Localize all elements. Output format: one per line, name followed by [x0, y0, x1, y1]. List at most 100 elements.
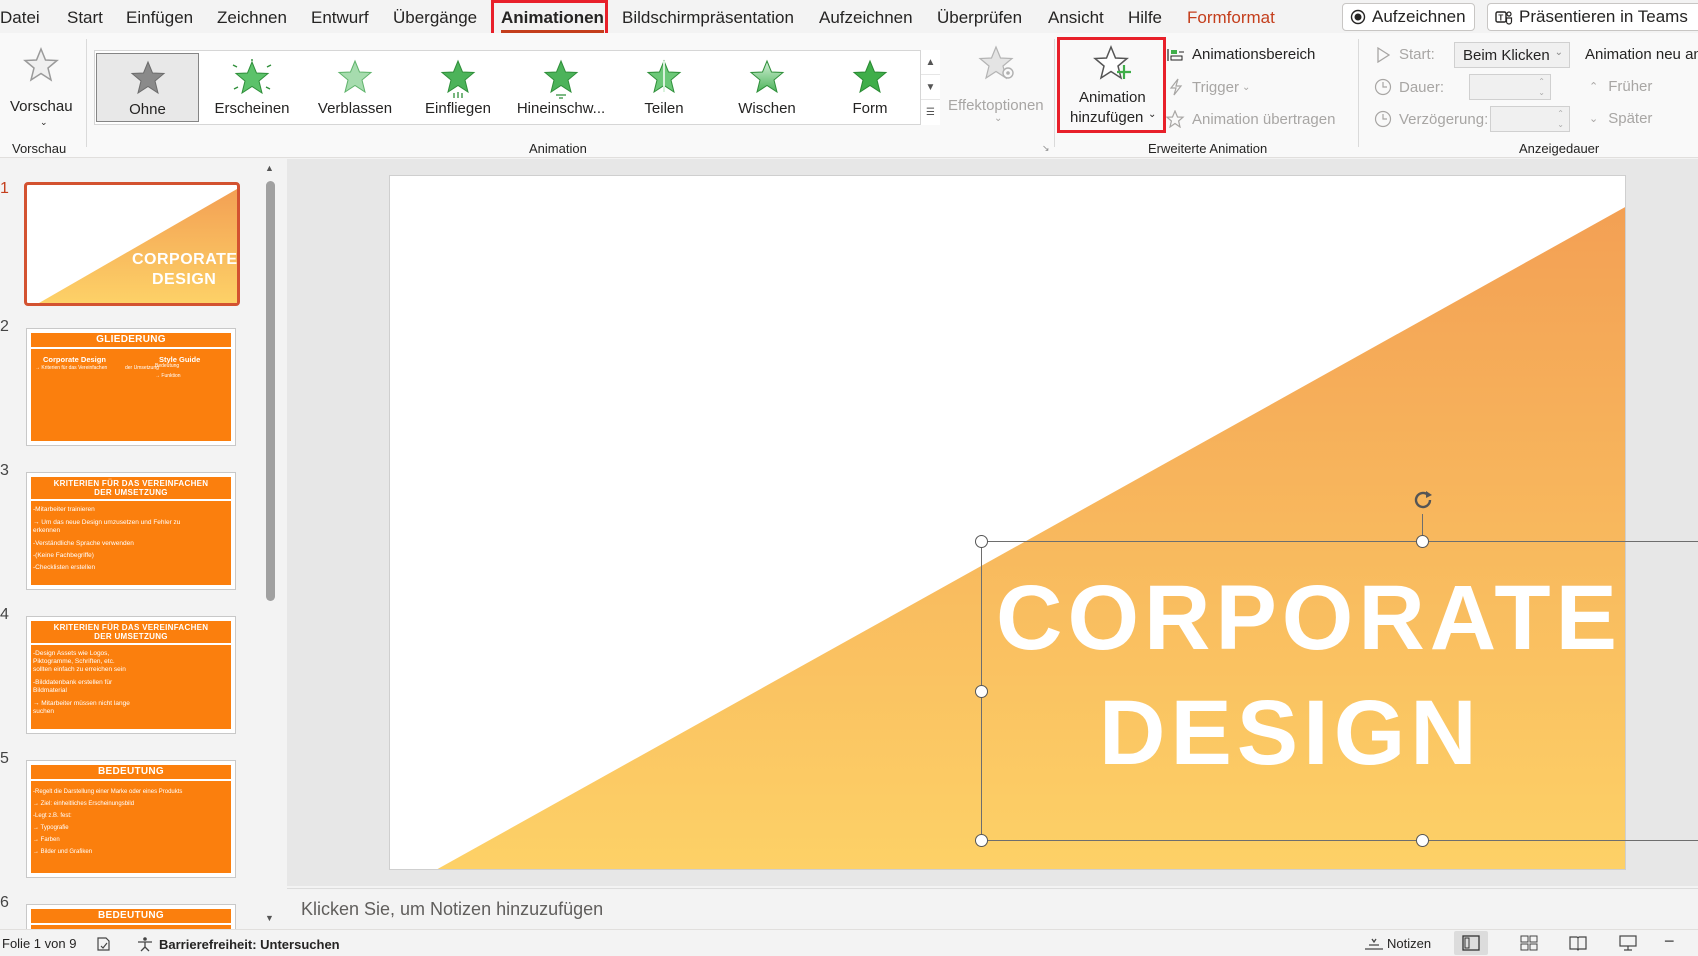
menu-bildschirmpraesentation[interactable]: Bildschirmpräsentation: [622, 8, 794, 28]
thumbnail-slide-3[interactable]: KRITERIEN FÜR DAS VEREINFACHEN DER UMSETZ…: [26, 472, 236, 590]
preview-chevron-icon: ⌄: [40, 117, 48, 127]
thumbnail-slide-4[interactable]: KRITERIEN FÜR DAS VEREINFACHEN DER UMSETZ…: [26, 616, 236, 734]
effect-verblassen[interactable]: Verblassen: [305, 53, 405, 122]
thumb2-bg: [31, 333, 231, 441]
notes-placeholder: Klicken Sie, um Notizen hinzuzufügen: [301, 899, 604, 919]
start-label: Start:: [1399, 46, 1435, 63]
thumb2-title: GLIEDERUNG: [31, 333, 231, 349]
thumb4-line: → Mitarbeiter müssen nicht lange: [33, 700, 130, 707]
menu-ansicht[interactable]: Ansicht: [1048, 8, 1104, 28]
thumb5-line: -Legt z.B. fest:: [33, 813, 72, 819]
animation-painter-label: Animation übertragen: [1192, 110, 1336, 128]
effect-einfliegen[interactable]: Einfliegen: [408, 53, 508, 122]
thumb-number-2: 2: [0, 318, 9, 335]
thumb-number-5: 5: [0, 750, 9, 767]
thumb3-line: -Mitarbeiter trainieren: [33, 506, 95, 513]
menu-aufzeichnen[interactable]: Aufzeichnen: [819, 8, 913, 28]
group-separator: [1054, 39, 1055, 147]
resize-handle-top-mid[interactable]: [1416, 535, 1429, 548]
animation-pane-button[interactable]: Animationsbereich: [1166, 46, 1315, 63]
slideshow-view-icon[interactable]: [1619, 935, 1637, 951]
spellcheck-icon[interactable]: [96, 936, 114, 952]
effect-wischen[interactable]: Wischen: [717, 53, 817, 122]
effect-options-icon: [978, 45, 1018, 88]
thumb1-title-line1: CORPORATE: [132, 251, 238, 268]
menu-datei[interactable]: Datei: [0, 8, 40, 28]
resize-handle-mid-left[interactable]: [975, 685, 988, 698]
menu-entwurf[interactable]: Entwurf: [311, 8, 369, 28]
present-in-teams-button[interactable]: T Präsentieren in Teams: [1487, 3, 1698, 31]
delay-spinner[interactable]: ⌃ ⌄: [1490, 106, 1570, 132]
effect-erscheinen[interactable]: Erscheinen: [202, 53, 302, 122]
lightning-icon: [1166, 78, 1186, 96]
resize-handle-top-left[interactable]: [975, 535, 988, 548]
notes-toggle-button[interactable]: Notizen: [1364, 936, 1431, 951]
effect-label: Verblassen: [317, 100, 393, 117]
arrow-down-icon: ⌄: [1589, 113, 1599, 125]
effect-label: Hineinschw...: [516, 100, 606, 117]
thumbnail-slide-5[interactable]: BEDEUTUNG -Regelt die Darstellung einer …: [26, 760, 236, 878]
thumb3-line: → Um das neue Design umzusetzen und Fehl…: [33, 519, 181, 526]
scroll-down-icon[interactable]: ▼: [265, 913, 274, 923]
star-float-icon: [542, 59, 580, 104]
scrollbar-thumb[interactable]: [266, 181, 275, 601]
thumbnail-slide-2[interactable]: GLIEDERUNG Corporate Design → Kriterien …: [26, 328, 236, 446]
preview-star-icon: [22, 47, 60, 88]
menu-einfuegen[interactable]: Einfügen: [126, 8, 193, 28]
animation-painter-button[interactable]: Animation übertragen: [1166, 110, 1335, 128]
thumb4-line: sollten einfach zu erreichen sein: [33, 666, 126, 673]
thumb3-line: -Verständliche Sprache verwenden: [33, 540, 134, 547]
menu-zeichnen[interactable]: Zeichnen: [217, 8, 287, 28]
effect-ohne[interactable]: Ohne: [96, 53, 199, 122]
move-later-button[interactable]: ⌄ Später: [1589, 110, 1652, 127]
normal-view-icon: [1462, 935, 1480, 951]
effect-hineinschweben[interactable]: Hineinschw...: [511, 53, 611, 122]
thumbnail-slide-1[interactable]: CORPORATE DESIGN: [24, 182, 240, 306]
dialog-launcher-icon[interactable]: ↘: [1042, 143, 1050, 154]
slide-sorter-icon[interactable]: [1520, 935, 1538, 951]
trigger-label: Trigger: [1192, 78, 1239, 96]
duration-spinner[interactable]: ⌃ ⌄: [1469, 74, 1551, 100]
resize-handle-bottom-mid[interactable]: [1416, 834, 1429, 847]
effect-options-chevron-icon: ⌄: [994, 113, 1003, 124]
animation-gallery: Ohne Erscheinen Verblassen Einfliegen Hi…: [94, 50, 940, 125]
notes-pane[interactable]: Klicken Sie, um Notizen hinzuzufügen: [287, 888, 1698, 929]
record-button[interactable]: Aufzeichnen: [1342, 3, 1475, 31]
accessibility-icon: [136, 936, 154, 952]
effect-options-button[interactable]: Effektoptionen ⌄: [944, 41, 1050, 131]
effect-label: Form: [852, 100, 888, 117]
resize-handle-bottom-left[interactable]: [975, 834, 988, 847]
thumb5-line: → Bilder und Grafiken: [33, 849, 93, 855]
thumb4-line: suchen: [33, 708, 54, 715]
start-dropdown[interactable]: Beim Klicken ⌄: [1454, 42, 1570, 68]
zoom-out-icon[interactable]: −: [1664, 931, 1675, 952]
preview-button[interactable]: Vorschau ⌄: [6, 41, 73, 129]
normal-view-button[interactable]: [1454, 931, 1488, 955]
ribbon: Vorschau ⌄ Vorschau Ohne Erscheinen Verb…: [0, 33, 1698, 158]
move-earlier-button[interactable]: ⌃ Früher: [1589, 78, 1652, 95]
accessibility-button[interactable]: Barrierefreiheit: Untersuchen: [136, 936, 340, 952]
rotate-handle-icon[interactable]: [1411, 488, 1435, 512]
menu-bar: Datei Start Einfügen Zeichnen Entwurf Üb…: [0, 0, 1698, 43]
menu-ueberpruefen[interactable]: Überprüfen: [937, 8, 1022, 28]
menu-formformat[interactable]: Formformat: [1187, 8, 1275, 28]
menu-hilfe[interactable]: Hilfe: [1128, 8, 1162, 28]
accessibility-label: Barrierefreiheit: Untersuchen: [159, 936, 340, 952]
thumb2-col2-sub1: Bedeutung: [155, 363, 180, 369]
gallery-scroll-up-icon[interactable]: ▲: [921, 50, 940, 75]
trigger-button[interactable]: Trigger ⌄: [1166, 78, 1250, 96]
thumbnail-scrollbar[interactable]: ▲ ▼: [262, 159, 278, 926]
thumb5-line: -Regelt die Darstellung einer Marke oder…: [33, 789, 183, 795]
effect-teilen[interactable]: Teilen: [614, 53, 714, 122]
gallery-expand-icon[interactable]: ☰: [921, 100, 940, 125]
group-separator: [86, 39, 87, 147]
menu-start[interactable]: Start: [67, 8, 103, 28]
menu-uebergaenge[interactable]: Übergänge: [393, 8, 477, 28]
selection-frame[interactable]: [981, 541, 1698, 841]
scroll-up-icon[interactable]: ▲: [265, 163, 274, 173]
reading-view-icon[interactable]: [1569, 935, 1587, 951]
effect-options-label: Effektoptionen: [948, 97, 1044, 114]
effect-form[interactable]: Form: [820, 53, 920, 122]
star-flying-icon: [439, 59, 477, 104]
gallery-scroll-down-icon[interactable]: ▼: [921, 75, 940, 100]
